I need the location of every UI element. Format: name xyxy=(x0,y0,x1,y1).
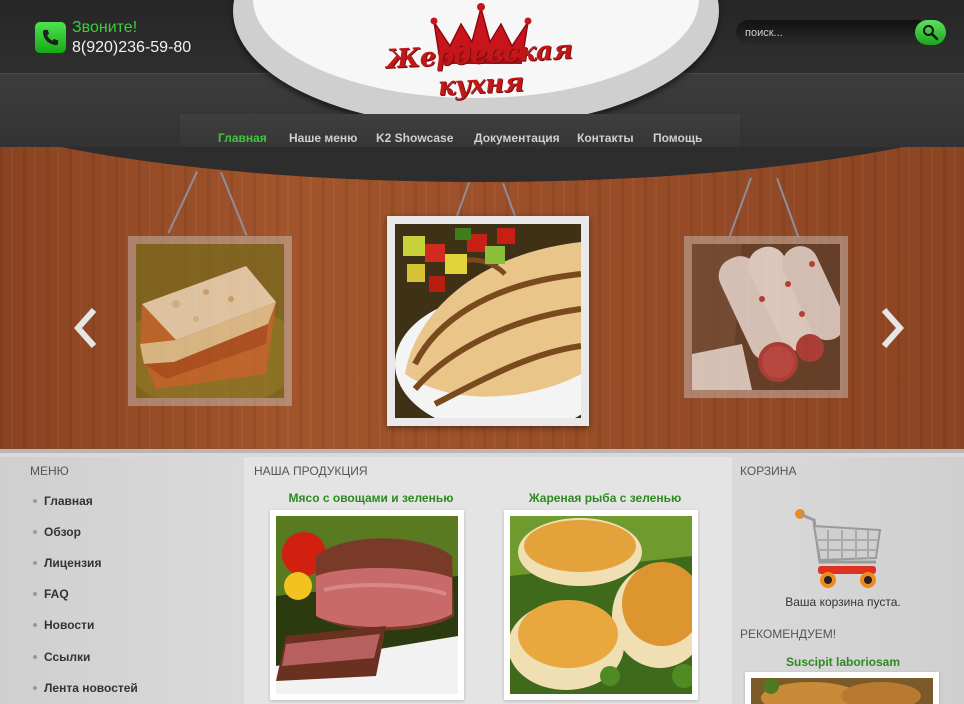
bullet-icon xyxy=(33,623,37,627)
left-sidebar xyxy=(0,457,244,704)
recommended-item-image[interactable] xyxy=(745,672,939,704)
recommended-item-title[interactable]: Suscipit laboriosam xyxy=(732,655,954,669)
left-menu-title: МЕНЮ xyxy=(30,464,69,478)
grilled-chicken-photo xyxy=(395,224,615,434)
bullet-icon xyxy=(33,655,37,659)
left-menu-item-license[interactable]: Лицензия xyxy=(44,556,101,570)
steak-photo xyxy=(276,516,458,694)
slide-sausage[interactable] xyxy=(684,236,848,398)
nav-item-help[interactable]: Помощь xyxy=(653,131,702,145)
cart-title: КОРЗИНА xyxy=(740,464,797,478)
slide-lasagna[interactable] xyxy=(120,236,300,409)
left-menu-item-links[interactable]: Ссылки xyxy=(44,650,90,664)
recommended-title: РЕКОМЕНДУЕМ! xyxy=(740,627,837,641)
nav-item-docs[interactable]: Документация xyxy=(474,131,560,145)
phone-number[interactable]: 8(920)236-59-80 xyxy=(72,39,191,57)
bullet-icon xyxy=(33,686,37,690)
bullet-icon xyxy=(33,499,37,503)
product-card-fried-fish[interactable] xyxy=(504,510,698,700)
slider-top-curve xyxy=(0,147,964,182)
left-menu-item-home[interactable]: Главная xyxy=(44,494,93,508)
nav-item-menu[interactable]: Наше меню xyxy=(289,131,357,145)
slide-grilled-chicken[interactable] xyxy=(387,216,615,434)
product-title[interactable]: Мясо с овощами и зеленью xyxy=(270,491,472,505)
cart-empty-text: Ваша корзина пуста. xyxy=(785,595,901,609)
chevron-right-icon[interactable] xyxy=(880,307,906,349)
nav-item-k2-showcase[interactable]: K2 Showcase xyxy=(376,131,453,145)
phone-icon xyxy=(35,22,66,53)
product-card-steak[interactable] xyxy=(270,510,464,700)
search-input[interactable] xyxy=(736,20,921,45)
lasagna-photo xyxy=(120,244,300,409)
search-icon xyxy=(923,25,939,41)
search-button[interactable] xyxy=(915,20,946,45)
fried-fish-photo xyxy=(510,516,692,694)
recommended-food-photo xyxy=(751,678,933,704)
chevron-left-icon[interactable] xyxy=(72,307,98,349)
nav-item-home[interactable]: Главная xyxy=(218,131,267,145)
bullet-icon xyxy=(33,530,37,534)
left-menu-item-overview[interactable]: Обзор xyxy=(44,525,81,539)
left-menu-item-news-feed[interactable]: Лента новостей xyxy=(44,681,138,695)
sausage-photo xyxy=(692,244,846,390)
shopping-cart-icon[interactable] xyxy=(792,508,886,590)
bullet-icon xyxy=(33,561,37,565)
products-title: НАША ПРОДУКЦИЯ xyxy=(254,464,368,478)
nav-item-contacts[interactable]: Контакты xyxy=(577,131,634,145)
bullet-icon xyxy=(33,592,37,596)
left-menu-item-news[interactable]: Новости xyxy=(44,618,94,632)
left-menu-item-faq[interactable]: FAQ xyxy=(44,587,69,601)
call-label: Звоните! xyxy=(72,19,138,36)
search-box xyxy=(736,20,946,45)
product-title[interactable]: Жареная рыба с зеленью xyxy=(504,491,706,505)
